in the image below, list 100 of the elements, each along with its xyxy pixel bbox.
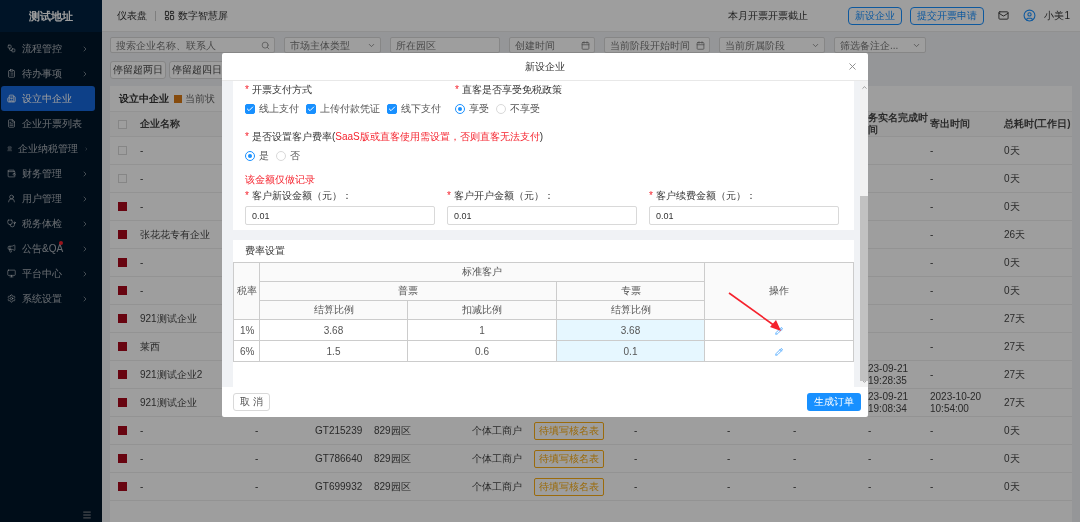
header-button[interactable]: 提交开票申请 [910, 6, 985, 25]
sidebar-item[interactable]: 平台中心 [1, 261, 95, 286]
table-cell-text: 个体工商户 [472, 452, 523, 465]
table-cell-text: - [930, 144, 935, 157]
column-header: 务实名完成时间 [868, 112, 929, 136]
column-header: 操作 [704, 262, 854, 320]
table-cell-text: - [255, 424, 260, 437]
table-cell-text: - [140, 480, 145, 493]
table-cell-text: - [255, 480, 260, 493]
table-cell-text: GT215239 [315, 424, 364, 437]
table-cell-text: 张花花专有企业 [140, 228, 211, 241]
input-field[interactable]: 0.01 [447, 206, 637, 225]
nav-tab[interactable]: 数字智慧屏 [164, 8, 228, 23]
cancel-button[interactable]: 取 消 [233, 393, 270, 411]
table-cell-text: - [727, 424, 732, 437]
option-label: 线上支付 [259, 103, 299, 115]
date-field[interactable]: 当前阶段开始时间 [604, 37, 710, 53]
sidebar-item[interactable]: 企业开票列表 [1, 111, 95, 136]
header-button[interactable]: 新设企业 [848, 6, 903, 25]
option-label: 不享受 [510, 103, 540, 115]
table-cell-text: 27天 [1004, 340, 1027, 353]
option-label: 是 [259, 150, 269, 162]
table-cell-text: - [868, 424, 873, 437]
select-field[interactable]: 市场主体类型 [285, 38, 367, 52]
user-name[interactable]: 小美1 [1044, 8, 1070, 23]
table-cell-text: - [868, 452, 873, 465]
table-cell-text: 829园区 [374, 424, 412, 437]
sidebar-item[interactable]: 系统设置 [1, 286, 95, 311]
sidebar-item[interactable]: 用户管理 [1, 186, 95, 211]
table-cell-text: - [930, 172, 935, 185]
table-cell-text: 921测试企业 [140, 396, 198, 409]
search-field[interactable]: 搜索企业名称、联系人 [110, 37, 275, 53]
sidebar-item[interactable]: 设立中企业 [1, 86, 95, 111]
field-label: * 客户开户金额（元）： [447, 190, 555, 202]
filter-button[interactable]: 停留超两日 [110, 61, 166, 79]
select-field[interactable]: 当前所属阶段 [720, 38, 811, 52]
sidebar-item[interactable]: 公告&QA [1, 236, 95, 261]
table-cell-text: 个体工商户 [472, 480, 523, 493]
select-field[interactable]: 筛选备注企... [835, 38, 912, 52]
sidebar-item[interactable]: 税务体检 [1, 211, 95, 236]
table-cell-text: - [140, 284, 145, 297]
select-field[interactable]: 筛选备注企... [834, 37, 926, 53]
table-cell-text: - [868, 480, 873, 493]
app-title: 测试地址 [0, 0, 102, 32]
table-cell-text: 0天 [1004, 172, 1021, 185]
table-cell-text: - [140, 144, 145, 157]
select-field[interactable]: 市场主体类型 [284, 37, 381, 53]
search-field[interactable]: 搜索企业名称、联系人 [111, 38, 261, 52]
input-field[interactable]: 所在园区 [391, 38, 495, 52]
sidebar-item[interactable]: 财务管理 [1, 161, 95, 186]
column-header: 总耗时(工作日) [1004, 118, 1072, 130]
table-cell-text: - [634, 452, 639, 465]
table-cell-text: - [140, 200, 145, 213]
date-field[interactable]: 当前阶段开始时间 [605, 38, 696, 52]
sidebar-item[interactable]: 流程管控 [1, 36, 95, 61]
table-cell-text: 829园区 [374, 452, 412, 465]
notice-text: 本月开票开票截止 [728, 8, 809, 23]
column-header: 企业名称 [140, 118, 181, 130]
date-field[interactable]: 创建时间 [510, 38, 581, 52]
status-tag: 待填写核名表 [534, 421, 604, 440]
table-cell-text: 0天 [1004, 256, 1021, 269]
table-cell-text: GT786640 [315, 452, 364, 465]
submit-button[interactable]: 生成订单 [807, 393, 861, 411]
filter-button[interactable]: 停留超四日 [169, 61, 225, 79]
field-label: * 直客是否享受免税政策 [455, 84, 563, 96]
status-tag: 待填写核名表 [534, 449, 604, 468]
column-header: 标准客户 [259, 262, 705, 282]
field-label: * 客户新设金额（元）： [245, 190, 353, 202]
sidebar-item[interactable]: 企业纳税管理 [1, 136, 95, 161]
select-field[interactable]: 当前所属阶段 [719, 37, 825, 53]
table-cell-text: 23-09-21 19:08:34 [868, 390, 910, 415]
table-cell-text: - [793, 452, 798, 465]
column-header: 税率 [233, 262, 260, 320]
option-label: 享受 [469, 103, 489, 115]
table-cell-text: - [930, 480, 935, 493]
input-field[interactable]: 0.01 [245, 206, 435, 225]
table-cell-text: 个体工商户 [472, 424, 523, 437]
table-cell-text: - [140, 172, 145, 185]
nav-tab[interactable]: 仪表盘 [117, 8, 147, 23]
table-cell-text: - [930, 200, 935, 213]
table-cell-text: 0天 [1004, 284, 1021, 297]
table-cell-text: - [634, 424, 639, 437]
input-field[interactable]: 所在园区 [390, 37, 500, 53]
table-cell-text: - [930, 340, 935, 353]
table-cell-text: - [930, 368, 935, 381]
table-cell-text: 921测试企业 [140, 312, 198, 325]
table-cell-text: 0天 [1004, 200, 1021, 213]
table-cell-text: - [930, 452, 935, 465]
table-cell-text: 829园区 [374, 480, 412, 493]
sidebar-item[interactable]: 待办事项 [1, 61, 95, 86]
legend-label: 当前状 [185, 91, 215, 106]
table-cell-text: - [930, 228, 935, 241]
option-label: 线下支付 [401, 103, 441, 115]
table-cell-text: 26天 [1004, 228, 1027, 241]
section-title: 费率设置 [244, 244, 286, 258]
table-cell-text: - [727, 452, 732, 465]
table-cell: 6% [233, 340, 260, 362]
modal-title: 新设企业 [525, 59, 565, 74]
date-field[interactable]: 创建时间 [509, 37, 595, 53]
input-field[interactable]: 0.01 [649, 206, 839, 225]
